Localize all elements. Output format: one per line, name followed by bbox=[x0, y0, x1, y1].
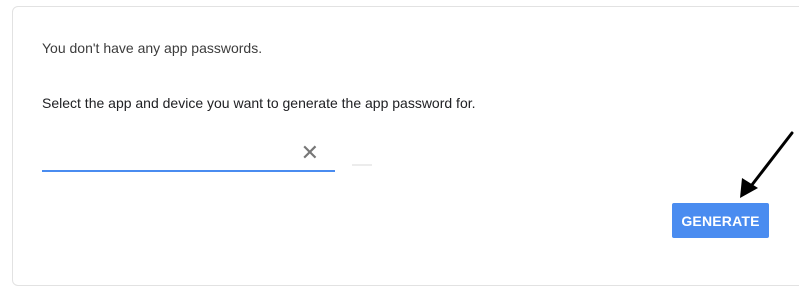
arrow-icon bbox=[740, 131, 794, 198]
